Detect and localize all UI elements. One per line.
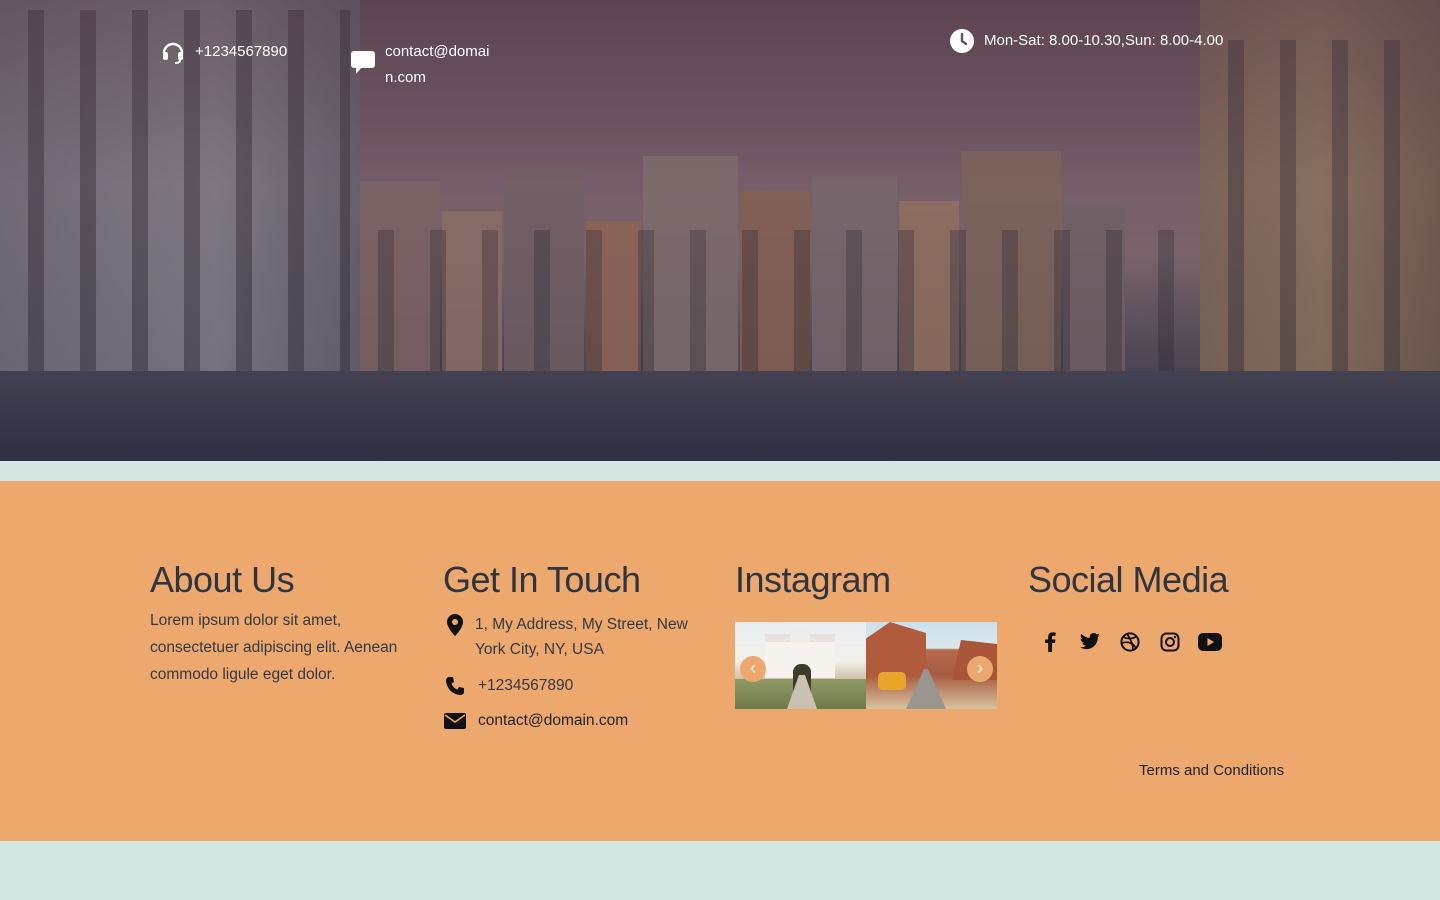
hero-banner: +1234567890 contact@domain.com Mon-Sat: …: [0, 0, 1440, 461]
social-section: Social Media: [1028, 559, 1229, 601]
chevron-left-icon: ‹: [750, 658, 756, 678]
about-text: Lorem ipsum dolor sit amet, consectetuer…: [150, 612, 398, 683]
contact-section: Get In Touch 1, My Address, My Street, N…: [443, 559, 693, 733]
instagram-title: Instagram: [735, 559, 891, 600]
headset-icon: [160, 39, 186, 65]
contact-phone-text: +1234567890: [478, 677, 574, 694]
topbar-email-text: contact@domain.com: [385, 43, 490, 86]
topbar-phone[interactable]: +1234567890: [160, 39, 287, 65]
about-title: About Us: [150, 559, 295, 600]
carousel-next-button[interactable]: ›: [967, 656, 993, 682]
divider-band: [0, 461, 1440, 481]
bottom-band: [0, 841, 1440, 900]
map-pin-icon: [443, 613, 467, 637]
about-section: About Us Lorem ipsum dolor sit amet, con…: [150, 559, 415, 688]
contact-phone[interactable]: +1234567890: [443, 673, 693, 698]
phone-icon: [443, 674, 467, 698]
contact-email-text: contact@domain.com: [478, 712, 629, 729]
contact-title: Get In Touch: [443, 559, 641, 600]
social-title: Social Media: [1028, 559, 1229, 600]
instagram-icon[interactable]: [1150, 629, 1190, 655]
facebook-icon[interactable]: [1030, 629, 1070, 655]
youtube-icon[interactable]: [1190, 629, 1230, 655]
topbar-hours-text: Mon-Sat: 8.00-10.30,Sun: 8.00-4.00: [984, 32, 1224, 49]
dribbble-icon[interactable]: [1110, 629, 1150, 655]
footer: About Us Lorem ipsum dolor sit amet, con…: [0, 481, 1440, 841]
chat-icon: [350, 49, 376, 75]
contact-address-text: 1, My Address, My Street, New York City,…: [475, 616, 688, 658]
clock-icon: [949, 28, 975, 54]
contact-address: 1, My Address, My Street, New York City,…: [443, 612, 693, 662]
envelope-icon: [443, 709, 467, 733]
terms-link[interactable]: Terms and Conditions: [1139, 762, 1284, 779]
contact-email[interactable]: contact@domain.com: [443, 708, 693, 733]
topbar-hours: Mon-Sat: 8.00-10.30,Sun: 8.00-4.00: [949, 28, 1223, 54]
chevron-right-icon: ›: [977, 658, 983, 678]
topbar-phone-text: +1234567890: [195, 43, 288, 60]
instagram-section: Instagram: [735, 559, 891, 601]
instagram-carousel[interactable]: ‹ ›: [735, 622, 997, 709]
topbar-email[interactable]: contact@domain.com: [350, 39, 500, 91]
twitter-icon[interactable]: [1070, 629, 1110, 655]
social-links: [1030, 629, 1230, 655]
carousel-prev-button[interactable]: ‹: [740, 656, 766, 682]
